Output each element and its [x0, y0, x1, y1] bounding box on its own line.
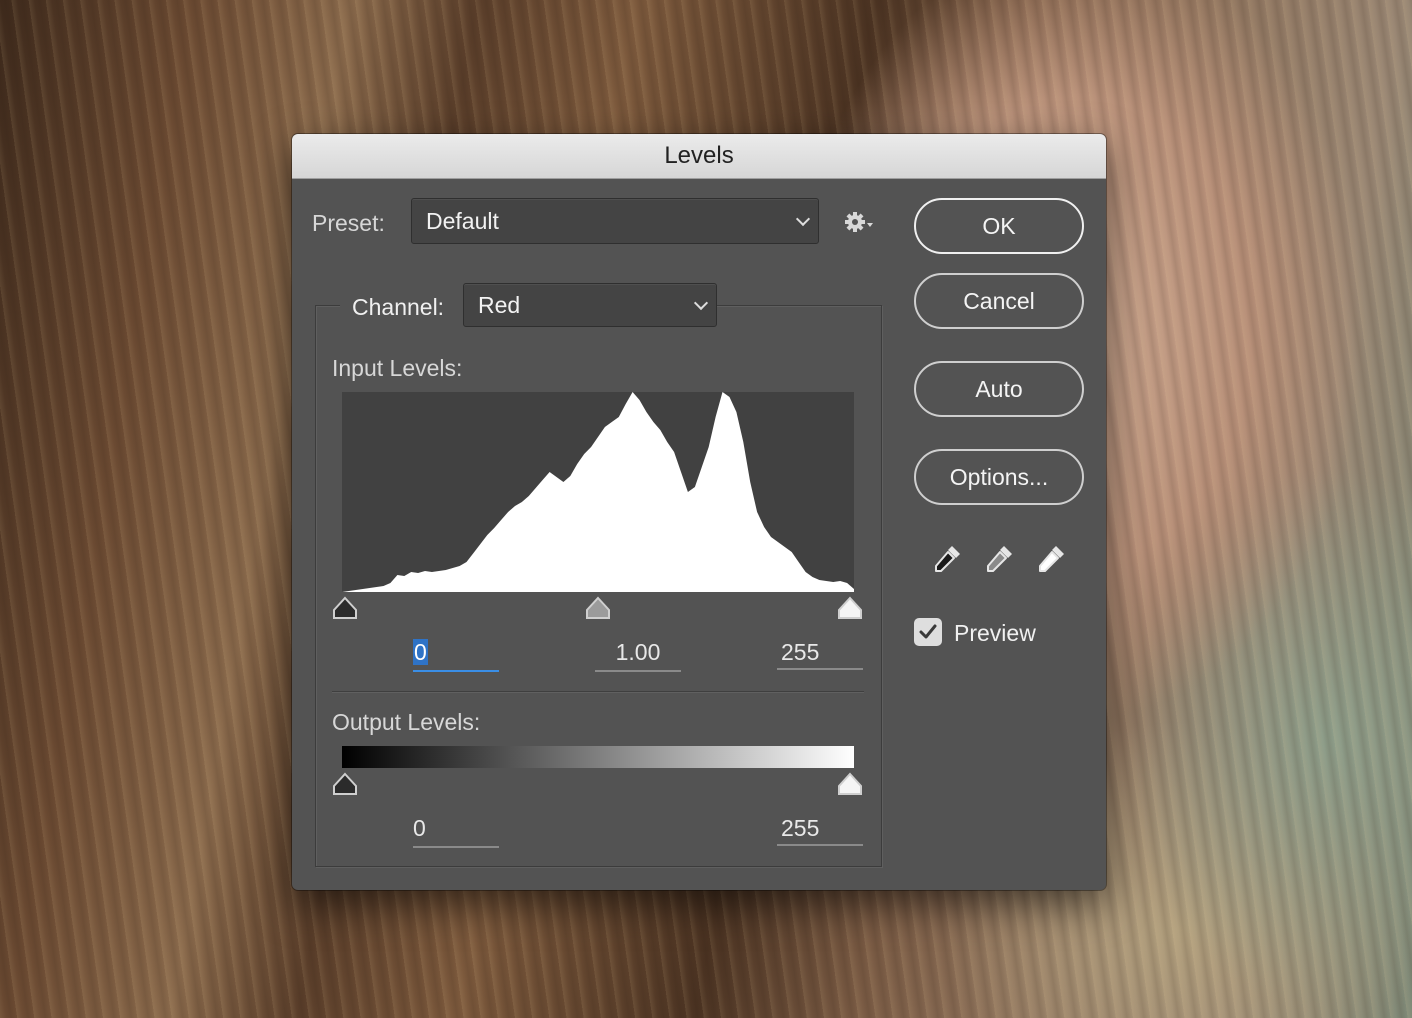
input-gamma-field[interactable]: 1.00 [595, 636, 681, 672]
input-white-field[interactable]: 255 [777, 636, 863, 670]
checkmark-icon [919, 624, 937, 639]
output-levels-label: Output Levels: [332, 709, 481, 735]
histogram-area [342, 392, 854, 592]
input-black-field[interactable]: 0 [413, 636, 499, 672]
preview-label[interactable]: Preview [954, 620, 1036, 647]
gray-point-eyedropper-icon[interactable] [982, 540, 1018, 576]
output-white-value: 255 [781, 815, 820, 841]
black-point-eyedropper-icon[interactable] [930, 540, 966, 576]
output-black-slider[interactable] [332, 772, 358, 796]
channel-label: Channel: [352, 294, 445, 320]
preview-checkbox[interactable] [914, 618, 942, 646]
gear-icon[interactable] [842, 208, 882, 238]
white-point-eyedropper-icon[interactable] [1034, 540, 1070, 576]
input-black-value: 0 [413, 639, 428, 665]
chevron-down-icon [795, 211, 811, 227]
preset-label: Preset: [312, 210, 385, 236]
histogram-graph [342, 392, 854, 592]
auto-button[interactable]: Auto [914, 361, 1084, 417]
ok-button[interactable]: OK [914, 198, 1084, 254]
output-white-slider[interactable] [837, 772, 863, 796]
output-gradient-bar [342, 746, 854, 768]
preset-value: Default [426, 207, 499, 234]
separator [332, 691, 864, 692]
cancel-button[interactable]: Cancel [914, 273, 1084, 329]
preset-select[interactable]: Default [411, 198, 819, 244]
chevron-down-icon [693, 295, 709, 311]
input-levels-label: Input Levels: [332, 355, 463, 381]
channel-value: Red [478, 291, 521, 318]
input-white-slider[interactable] [837, 596, 863, 620]
levels-dialog: Levels Preset: Default Channel: Red Inpu… [292, 134, 1106, 890]
input-gamma-slider[interactable] [585, 596, 611, 620]
channel-select[interactable]: Red [463, 283, 717, 327]
input-gamma-value: 1.00 [615, 639, 661, 665]
dialog-titlebar[interactable]: Levels [292, 134, 1106, 179]
input-white-value: 255 [781, 639, 820, 665]
histogram [342, 392, 854, 592]
output-black-field[interactable]: 0 [413, 812, 499, 848]
dialog-title: Levels [664, 142, 734, 169]
input-black-slider[interactable] [332, 596, 358, 620]
output-white-field[interactable]: 255 [777, 812, 863, 846]
output-black-value: 0 [413, 815, 426, 841]
options-button[interactable]: Options... [914, 449, 1084, 505]
